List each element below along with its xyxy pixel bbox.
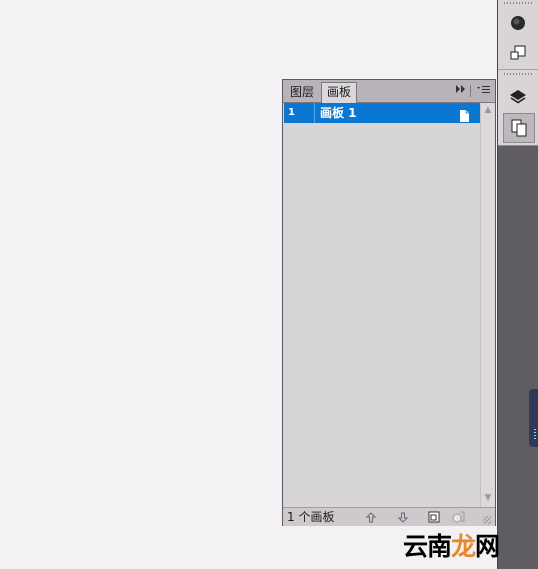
resize-grip-icon[interactable] [483,516,491,524]
layers-icon[interactable] [503,83,533,111]
artboards-icon[interactable] [503,113,535,143]
panel-dock [497,0,538,569]
color-icon[interactable] [503,9,533,37]
transform-icon[interactable] [503,39,533,67]
panel-tab-bar: 图层 画板 [283,80,495,103]
panel-footer: 1 个画板 [283,507,495,526]
new-artboard-icon[interactable] [426,509,442,525]
scroll-down-icon[interactable]: ▼ [483,493,493,503]
tab-artboards[interactable]: 画板 [321,82,357,103]
artboard-list: 1 画板 1 [284,103,480,507]
vertical-scrollbar[interactable]: ▲ ▼ [480,103,495,507]
delete-icon[interactable] [451,509,467,525]
artboard-count: 1 个画板 [287,510,335,524]
scroll-up-icon[interactable]: ▲ [483,105,493,115]
move-down-icon[interactable] [395,509,411,525]
dock-icon-strip [498,0,538,146]
watermark-logo: 云南龙网 [403,532,500,561]
tab-layers[interactable]: 图层 [286,83,318,102]
document-icon[interactable] [460,107,469,126]
double-chevron-right-icon[interactable] [456,85,466,97]
artboard-name[interactable]: 画板 1 [320,103,357,123]
artboard-number: 1 [288,103,315,123]
panel-menu-icon[interactable] [477,85,491,99]
dock-grip[interactable] [504,2,533,4]
artboards-panel: 图层 画板 1 画板 1 ▲ ▼ 1 个画板 [282,79,496,526]
dock-grip[interactable] [504,73,533,75]
dock-resize-handle[interactable] [529,389,538,447]
move-up-icon[interactable] [363,509,379,525]
list-item[interactable]: 1 画板 1 [284,103,480,123]
